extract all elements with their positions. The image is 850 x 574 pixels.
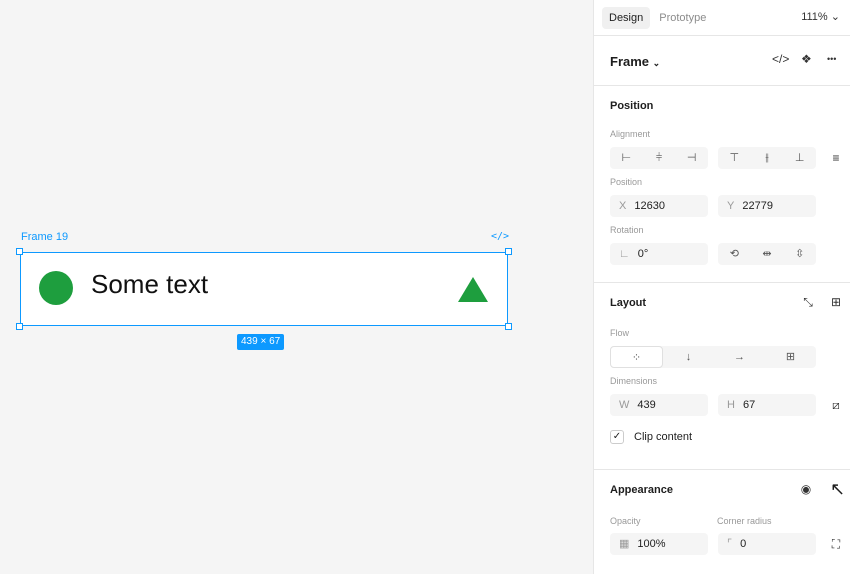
green-triangle[interactable] xyxy=(458,277,488,302)
collapse-icon[interactable]: ⤡ xyxy=(796,291,820,313)
rotation-icon: ∟ xyxy=(619,248,630,260)
dimensions-badge: 439 × 67 xyxy=(237,334,285,350)
layout-section: Layout ⤡ ⊞ Flow ⁘ ↓ → ⊞ Dimensions W 439 … xyxy=(594,283,850,470)
tab-design[interactable]: Design xyxy=(602,6,651,29)
horizontal-align-group: ⊢ ⫩ ⊣ xyxy=(610,147,708,169)
rotation-input[interactable]: ∟ 0° xyxy=(610,243,708,265)
height-value: 67 xyxy=(742,399,756,411)
resize-handle-br[interactable] xyxy=(505,323,512,330)
canvas[interactable]: Frame 19 </> Some text 439 × 67 xyxy=(0,0,593,574)
corner-radius-value: 0 xyxy=(740,538,747,550)
code-icon[interactable]: </> xyxy=(772,52,789,66)
resize-handle-tl[interactable] xyxy=(16,248,23,255)
more-icon[interactable]: ••• xyxy=(827,54,836,64)
component-icon[interactable]: ❖ xyxy=(801,52,812,66)
opacity-icon: ▦ xyxy=(619,538,630,550)
y-input[interactable]: Y 22779 xyxy=(718,195,816,217)
rotation-label: Rotation xyxy=(610,225,644,235)
rotate-icon[interactable]: ⟲ xyxy=(718,243,751,265)
resize-handle-tr[interactable] xyxy=(505,248,512,255)
zoom-dropdown[interactable]: 111% ⌄ xyxy=(801,10,840,23)
chevron-down-icon: ⌄ xyxy=(830,11,840,23)
y-value: 22779 xyxy=(742,200,773,212)
position-section: Position Alignment ⊢ ⫩ ⊣ ⊤ ⫲ ⊥ ≡ Positio… xyxy=(594,86,850,283)
resize-constraints-icon[interactable]: ⧄ xyxy=(824,394,848,416)
frame-name-label[interactable]: Frame 19 xyxy=(21,231,68,243)
mouse-cursor-icon: ↖ xyxy=(830,479,846,499)
opacity-value: 100% xyxy=(637,538,666,550)
layout-title: Layout xyxy=(610,297,647,309)
eye-icon[interactable]: ◉ xyxy=(794,478,818,500)
distribute-icon[interactable]: ≡ xyxy=(824,147,848,169)
position-label: Position xyxy=(610,177,643,187)
width-prefix: W xyxy=(619,399,630,411)
align-center-h-icon[interactable]: ⫩ xyxy=(643,147,676,169)
resize-handle-bl[interactable] xyxy=(16,323,23,330)
code-icon[interactable]: </> xyxy=(491,231,509,242)
opacity-label: Opacity xyxy=(610,516,641,526)
align-bottom-icon[interactable]: ⊥ xyxy=(783,147,816,169)
flip-horizontal-icon[interactable]: ⇹ xyxy=(751,243,784,265)
width-value: 439 xyxy=(637,399,656,411)
horizontal-flow-icon[interactable]: → xyxy=(714,346,765,368)
zoom-value: 111% xyxy=(801,11,828,23)
vertical-align-group: ⊤ ⫲ ⊥ xyxy=(718,147,816,169)
x-value: 12630 xyxy=(634,200,665,212)
y-prefix: Y xyxy=(727,200,735,212)
appearance-section: Appearance ◉ Opacity Corner radius ▦ 100%… xyxy=(594,470,850,574)
flow-group: ⁘ ↓ → ⊞ xyxy=(610,346,816,368)
selected-frame[interactable]: Some text xyxy=(16,248,512,330)
dimensions-label: Dimensions xyxy=(610,376,658,386)
appearance-title: Appearance xyxy=(610,484,673,496)
position-title: Position xyxy=(610,100,654,112)
frame-type-label: Frame xyxy=(610,54,650,69)
transform-group: ⟲ ⇹ ⇳ xyxy=(718,243,816,265)
x-prefix: X xyxy=(619,200,627,212)
grid-flow-icon[interactable]: ⊞ xyxy=(765,346,816,368)
width-input[interactable]: W 439 xyxy=(610,394,708,416)
freeform-icon[interactable]: ⁘ xyxy=(610,346,663,368)
align-right-icon[interactable]: ⊣ xyxy=(675,147,708,169)
x-input[interactable]: X 12630 xyxy=(610,195,708,217)
auto-layout-icon[interactable]: ⊞ xyxy=(824,291,848,313)
align-center-v-icon[interactable]: ⫲ xyxy=(751,147,784,169)
tab-prototype[interactable]: Prototype xyxy=(652,7,713,29)
clip-content-checkbox[interactable]: ✓ xyxy=(610,430,624,444)
frame-type-dropdown[interactable]: Frame ⌄ xyxy=(610,54,660,69)
frame-header: Frame ⌄ </> ❖ ••• xyxy=(594,36,850,86)
vertical-flow-icon[interactable]: ↓ xyxy=(663,346,714,368)
flip-vertical-icon[interactable]: ⇳ xyxy=(783,243,816,265)
independent-corners-icon[interactable]: ⛶ xyxy=(824,533,848,555)
opacity-input[interactable]: ▦ 100% xyxy=(610,533,708,555)
corner-radius-label: Corner radius xyxy=(717,516,772,526)
alignment-label: Alignment xyxy=(610,129,651,139)
panel-tabs: Design Prototype 111% ⌄ xyxy=(594,0,850,36)
properties-panel: Design Prototype 111% ⌄ Frame ⌄ </> ❖ ••… xyxy=(593,0,850,574)
align-left-icon[interactable]: ⊢ xyxy=(610,147,643,169)
corner-radius-input[interactable]: ⌜ 0 xyxy=(718,533,816,555)
flow-label: Flow xyxy=(610,328,630,338)
height-input[interactable]: H 67 xyxy=(718,394,816,416)
corner-radius-icon: ⌜ xyxy=(727,538,733,550)
chevron-down-icon: ⌄ xyxy=(652,58,661,68)
green-circle[interactable] xyxy=(39,271,73,305)
height-prefix: H xyxy=(727,399,735,411)
frame-text[interactable]: Some text xyxy=(91,269,208,300)
clip-content-label: Clip content xyxy=(634,431,693,443)
align-top-icon[interactable]: ⊤ xyxy=(718,147,751,169)
rotation-value: 0° xyxy=(637,248,649,260)
